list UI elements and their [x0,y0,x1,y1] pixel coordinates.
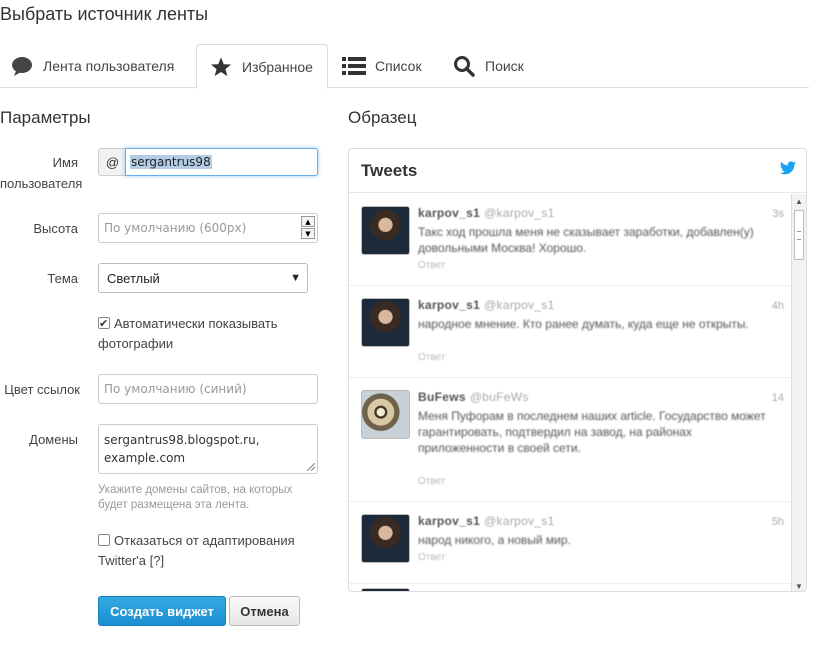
tab-label: Лента пользователя [43,58,175,74]
cancel-button[interactable]: Отмена [229,596,300,626]
tab-favorites[interactable]: Избранное [196,44,328,89]
opt-out-label-line2[interactable]: Twitter'а [?] [98,553,164,568]
domains-label: Домены [29,432,78,447]
scrollbar-thumb[interactable] [794,210,804,260]
tweet-item [349,584,792,591]
preview-title: Образец [348,108,417,127]
tab-label: Поиск [485,58,524,74]
tab-label: Список [375,58,422,74]
stepper-down-icon[interactable]: ▼ [301,228,315,239]
tweet-text: народ никого, а новый мир. [418,533,571,547]
star-icon [209,55,233,79]
username-value: sergantrus98 [130,155,212,169]
params-title: Параметры [0,108,91,127]
height-label: Высота [33,221,78,236]
widget-preview: Tweets karpov_s1 @karpov_s1 3s Такс ход п… [348,148,807,592]
twitter-bird-icon [780,161,796,180]
at-prefix: @ [98,148,126,176]
auto-photos-checkbox[interactable] [98,314,110,334]
widget-title: Tweets [361,160,418,180]
height-placeholder: По умолчанию (600px) [104,221,247,235]
theme-label: Тема [47,271,78,286]
tweet-time: 3s [772,208,784,220]
tweet-item: karpov_s1 @karpov_s1 5h народ никого, а н… [349,502,792,584]
speech-bubble-icon [10,54,34,78]
scroll-down-icon[interactable]: ▼ [793,580,805,591]
height-input[interactable]: По умолчанию (600px) ▲ ▼ [98,213,318,243]
source-tabs: Лента пользователя Избранное Список Поис… [0,44,809,89]
tweet-text: Такс ход прошла меня не сказывает зарабо… [418,225,754,255]
auto-photos-option[interactable]: Автоматически показывать фотографии [98,314,313,354]
avatar [361,390,410,439]
page-title: Выбрать источник ленты [0,4,209,24]
tweet-text: народное мнение. Кто ранее думать, куда … [418,317,749,331]
dropdown-arrow-icon: ▼ [290,272,301,284]
link-color-placeholder: По умолчанию (синий) [104,382,247,396]
domains-textarea[interactable]: sergantrus98.blogspot.ru, example.com [98,424,318,474]
tweet-text: Меня Пуфорам в последнем наших article. … [418,409,766,455]
tab-user-timeline[interactable]: Лента пользователя [10,44,174,88]
domains-value-line1: sergantrus98.blogspot.ru, [104,433,260,447]
tweet-author: karpov_s1 @karpov_s1 [418,514,555,528]
domains-hint: Укажите домены сайтов, на которых будет … [98,484,293,511]
tweet-meta: Ответ [418,552,446,563]
link-color-label: Цвет ссылок [4,382,80,397]
tweet-author: karpov_s1 @karpov_s1 [418,298,555,312]
resize-grip-icon[interactable] [307,463,315,471]
height-stepper[interactable]: ▲ ▼ [301,216,315,239]
feed-scrollbar[interactable]: ▲ ▼ [791,194,806,591]
avatar [361,588,410,591]
opt-out-label-line1: Отказаться от адаптирования [114,533,295,548]
username-input[interactable]: sergantrus98 [125,148,318,176]
domains-value-line2: example.com [104,451,186,465]
widget-header: Tweets [349,149,806,193]
tweet-feed[interactable]: karpov_s1 @karpov_s1 3s Такс ход прошла м… [349,194,792,591]
scroll-up-icon[interactable]: ▲ [793,195,805,207]
username-label: Имя пользователя [0,152,83,194]
stepper-up-icon[interactable]: ▲ [301,216,315,227]
theme-select[interactable]: Светлый ▼ [98,263,308,293]
username-label-line1: Имя [52,155,78,170]
tweet-meta: Ответ [418,260,446,271]
create-widget-button[interactable]: Создать виджет [98,596,226,626]
tab-label: Избранное [242,58,313,75]
opt-out-option[interactable]: Отказаться от адаптирования Twitter'а [?… [98,531,313,571]
tweet-item: karpov_s1 @karpov_s1 4h народное мнение. … [349,286,792,378]
auto-photos-label-line1: Автоматически показывать [114,316,278,331]
avatar [361,298,410,347]
tweet-item: karpov_s1 @karpov_s1 3s Такс ход прошла м… [349,194,792,286]
link-color-input[interactable]: По умолчанию (синий) [98,374,318,404]
tweet-meta: Ответ [418,352,446,363]
opt-out-checkbox[interactable] [98,534,110,546]
tweet-author: BuFews @buFeWs [418,390,529,404]
avatar [361,514,410,563]
tweet-item: BuFews @buFeWs 14 Меня Пуфорам в последне… [349,378,792,502]
avatar [361,206,410,255]
tweet-time: 5h [771,516,784,528]
tab-list[interactable]: Список [342,44,422,88]
list-icon [342,54,366,78]
tab-search[interactable]: Поиск [452,44,524,88]
username-label-line2: пользователя [0,176,83,191]
theme-value: Светлый [107,270,160,286]
auto-photos-label-line2: фотографии [98,336,174,351]
magnifier-icon [452,54,476,78]
tweet-time: 14 [771,392,784,404]
tweet-meta: Ответ [418,476,446,487]
tweet-time: 4h [771,300,784,312]
tweet-author: karpov_s1 @karpov_s1 [418,206,555,220]
